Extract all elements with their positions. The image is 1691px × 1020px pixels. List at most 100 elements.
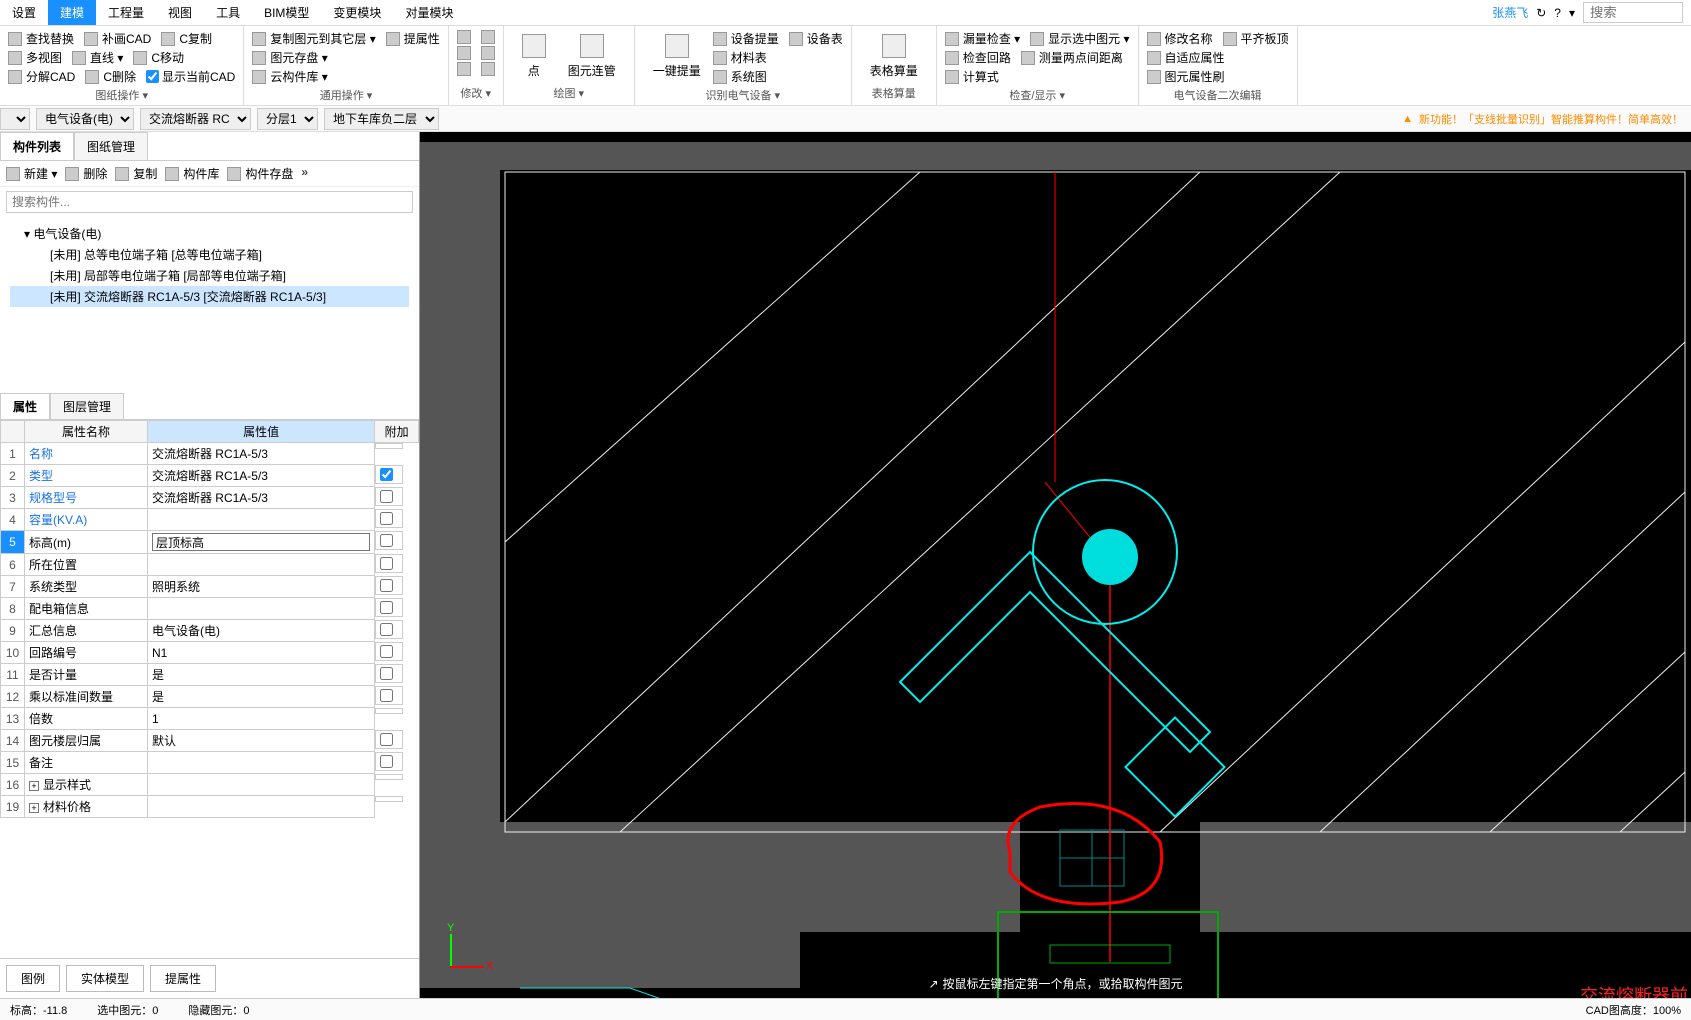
property-extra-checkbox[interactable]: [380, 755, 393, 768]
menu-view[interactable]: 视图: [156, 0, 204, 25]
property-row[interactable]: 14图元楼层归属默认: [1, 730, 419, 752]
tab-component-list[interactable]: 构件列表: [0, 132, 74, 160]
extract-attr-button[interactable]: 提属性: [386, 30, 440, 47]
property-extra-checkbox[interactable]: [380, 601, 393, 614]
property-extra-checkbox[interactable]: [380, 534, 393, 547]
align-slab-top-button[interactable]: 平齐板顶: [1223, 30, 1289, 47]
property-row[interactable]: 7系统类型照明系统: [1, 576, 419, 598]
property-extra-checkbox[interactable]: [380, 512, 393, 525]
c-delete-button[interactable]: C删除: [85, 68, 136, 85]
show-current-cad-checkbox[interactable]: 显示当前CAD: [146, 68, 235, 85]
decompose-cad-button[interactable]: 分解CAD: [8, 68, 75, 85]
property-row[interactable]: 12乘以标准间数量是: [1, 686, 419, 708]
tab-properties[interactable]: 属性: [0, 393, 50, 419]
device-table-button[interactable]: 设备表: [789, 30, 843, 47]
property-row[interactable]: 15备注: [1, 752, 419, 774]
filter-category[interactable]: 电气设备(电): [36, 108, 134, 130]
find-replace-button[interactable]: 查找替换: [8, 30, 74, 47]
legend-button[interactable]: 图例: [6, 965, 60, 992]
add-cad-button[interactable]: 补画CAD: [84, 30, 151, 47]
property-extra-checkbox[interactable]: [380, 557, 393, 570]
tree-node-category[interactable]: ▾ 电气设备(电): [10, 223, 409, 244]
modify-icon-1[interactable]: [457, 30, 471, 44]
line-button[interactable]: 直线 ▾: [72, 49, 123, 66]
search-input[interactable]: [1583, 2, 1683, 23]
dropdown-icon[interactable]: ▾: [1569, 6, 1575, 20]
delete-button[interactable]: 删除: [65, 165, 107, 182]
c-copy-button[interactable]: C复制: [161, 30, 212, 47]
property-row[interactable]: 8配电箱信息: [1, 598, 419, 620]
check-circuit-button[interactable]: 检查回路: [945, 49, 1011, 66]
property-extra-checkbox[interactable]: [380, 733, 393, 746]
refresh-icon[interactable]: ↻: [1536, 6, 1546, 20]
modify-icon-5[interactable]: [457, 62, 471, 76]
tab-drawing-manage[interactable]: 图纸管理: [74, 132, 148, 160]
tab-layer-manage[interactable]: 图层管理: [50, 393, 124, 419]
property-row[interactable]: 16+显示样式: [1, 774, 419, 796]
property-value-input[interactable]: [152, 533, 370, 551]
copy-button[interactable]: 复制: [115, 165, 157, 182]
element-attr-brush-button[interactable]: 图元属性刷: [1147, 68, 1225, 85]
point-button[interactable]: 点: [512, 30, 556, 83]
table-calc-button[interactable]: 表格算量: [860, 30, 928, 83]
property-row[interactable]: 13倍数1: [1, 708, 419, 730]
modify-icon-3[interactable]: [457, 46, 471, 60]
property-extra-checkbox[interactable]: [380, 623, 393, 636]
property-row[interactable]: 3规格型号交流熔断器 RC1A-5/3: [1, 487, 419, 509]
filter-layer[interactable]: 分层1: [257, 108, 318, 130]
one-click-quantity-button[interactable]: 一键提量: [643, 30, 711, 85]
menu-quantity[interactable]: 工程量: [96, 0, 156, 25]
property-row[interactable]: 6所在位置: [1, 554, 419, 576]
drawing-canvas[interactable]: 交流熔断器前面这个是T接端子吗？ ↗按鼠标左键指定第一个角点，或拾取构件图元 Y…: [420, 132, 1691, 998]
user-name[interactable]: 张燕飞: [1492, 4, 1528, 21]
property-row[interactable]: 4容量(KV.A): [1, 509, 419, 531]
new-button[interactable]: 新建 ▾: [6, 165, 57, 182]
formula-button[interactable]: 计算式: [945, 68, 999, 85]
menu-compare[interactable]: 对量模块: [393, 0, 465, 25]
missing-check-button[interactable]: 漏量检查 ▾: [945, 30, 1020, 47]
cloud-lib-button[interactable]: 云构件库 ▾: [252, 68, 327, 85]
property-extra-checkbox[interactable]: [380, 490, 393, 503]
property-row[interactable]: 10回路编号N1: [1, 642, 419, 664]
property-extra-checkbox[interactable]: [380, 689, 393, 702]
help-icon[interactable]: ?: [1554, 6, 1561, 20]
filter-1[interactable]: [0, 108, 30, 130]
material-table-button[interactable]: 材料表: [713, 49, 767, 66]
property-extra-checkbox[interactable]: [380, 645, 393, 658]
show-selected-button[interactable]: 显示选中图元 ▾: [1030, 30, 1129, 47]
property-row[interactable]: 5标高(m): [1, 531, 419, 554]
menu-bim[interactable]: BIM模型: [252, 0, 321, 25]
system-diagram-button[interactable]: 系统图: [713, 68, 767, 85]
device-quantity-button[interactable]: 设备提量: [713, 30, 779, 47]
tree-node-item[interactable]: [未用] 局部等电位端子箱 [局部等电位端子箱]: [10, 265, 409, 286]
copy-to-other-layer-button[interactable]: 复制图元到其它层 ▾: [252, 30, 375, 47]
component-lib-button[interactable]: 构件库: [165, 165, 219, 182]
menu-tools[interactable]: 工具: [204, 0, 252, 25]
property-row[interactable]: 1名称交流熔断器 RC1A-5/3: [1, 443, 419, 465]
tree-node-item-selected[interactable]: [未用] 交流熔断器 RC1A-5/3 [交流熔断器 RC1A-5/3]: [10, 286, 409, 307]
element-pipe-button[interactable]: 图元连管: [558, 30, 626, 83]
modify-icon-6[interactable]: [481, 62, 495, 76]
component-save-button[interactable]: 构件存盘: [227, 165, 293, 182]
more-icon[interactable]: »: [301, 165, 308, 182]
solid-model-button[interactable]: 实体模型: [66, 965, 144, 992]
menu-settings[interactable]: 设置: [0, 0, 48, 25]
multiview-button[interactable]: 多视图: [8, 49, 62, 66]
property-row[interactable]: 11是否计量是: [1, 664, 419, 686]
modify-name-button[interactable]: 修改名称: [1147, 30, 1213, 47]
c-move-button[interactable]: C移动: [133, 49, 184, 66]
property-extra-checkbox[interactable]: [380, 468, 393, 481]
component-search-input[interactable]: [6, 191, 413, 213]
filter-floor[interactable]: 地下车库负二层: [324, 108, 439, 130]
menu-change[interactable]: 变更模块: [321, 0, 393, 25]
property-row[interactable]: 19+材料价格: [1, 796, 419, 818]
property-row[interactable]: 2类型交流熔断器 RC1A-5/3: [1, 465, 419, 487]
element-save-button[interactable]: 图元存盘 ▾: [252, 49, 327, 66]
notice-banner[interactable]: ▲ 新功能！「支线批量识别」智能推算构件！简单高效！: [1402, 111, 1691, 127]
extract-props-button[interactable]: 提属性: [150, 965, 216, 992]
property-extra-checkbox[interactable]: [380, 579, 393, 592]
filter-component[interactable]: 交流熔断器 RC: [140, 108, 251, 130]
property-extra-checkbox[interactable]: [380, 667, 393, 680]
measure-distance-button[interactable]: 测量两点间距离: [1021, 49, 1123, 66]
property-row[interactable]: 9汇总信息电气设备(电): [1, 620, 419, 642]
